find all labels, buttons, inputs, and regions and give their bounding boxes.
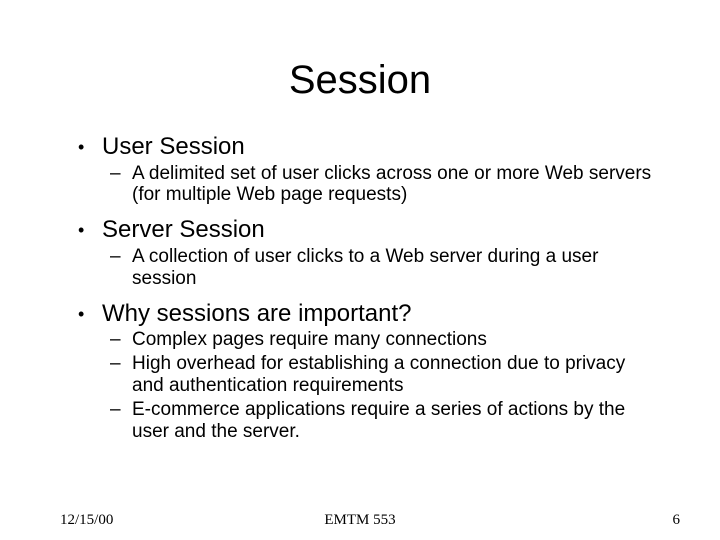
bullet-l1: • Server Session: [78, 216, 660, 244]
bullet-text: Server Session: [102, 216, 265, 244]
slide: Session • User Session – A delimited set…: [0, 0, 720, 540]
dash-marker: –: [110, 163, 132, 185]
bullet-text: Why sessions are important?: [102, 300, 411, 328]
bullet-marker: •: [78, 133, 102, 158]
bullet-l2: – A collection of user clicks to a Web s…: [110, 246, 660, 290]
bullet-l2: – E-commerce applications require a seri…: [110, 399, 660, 443]
bullet-l2: – A delimited set of user clicks across …: [110, 163, 660, 207]
bullet-text: A delimited set of user clicks across on…: [132, 163, 660, 207]
bullet-text: Complex pages require many connections: [132, 329, 487, 351]
bullet-text: A collection of user clicks to a Web ser…: [132, 246, 660, 290]
dash-marker: –: [110, 329, 132, 351]
dash-marker: –: [110, 399, 132, 421]
bullet-text: User Session: [102, 133, 245, 161]
bullet-text: E-commerce applications require a series…: [132, 399, 660, 443]
footer-page: 6: [673, 512, 681, 529]
bullet-text: High overhead for establishing a connect…: [132, 353, 660, 397]
footer-course: EMTM 553: [0, 512, 720, 529]
bullet-l1: • Why sessions are important?: [78, 300, 660, 328]
slide-content: • User Session – A delimited set of user…: [0, 133, 720, 442]
bullet-marker: •: [78, 300, 102, 325]
dash-marker: –: [110, 353, 132, 375]
bullet-l1: • User Session: [78, 133, 660, 161]
bullet-marker: •: [78, 216, 102, 241]
dash-marker: –: [110, 246, 132, 268]
bullet-l2: – High overhead for establishing a conne…: [110, 353, 660, 397]
bullet-l2: – Complex pages require many connections: [110, 329, 660, 351]
slide-title: Session: [0, 0, 720, 123]
